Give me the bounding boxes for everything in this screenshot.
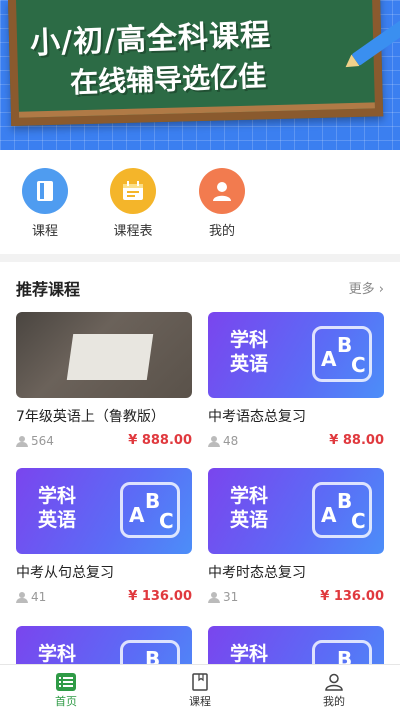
abc-icon: ABC	[312, 640, 372, 664]
user-icon	[199, 168, 245, 214]
course-icon	[190, 673, 210, 691]
people-icon	[208, 435, 220, 447]
abc-icon: ABC	[120, 482, 180, 538]
recommended-courses: 推荐课程 更多 › 7年级英语上（鲁教版） 564 ¥ 888.00 学科 英语 …	[0, 262, 400, 664]
abc-icon: ABC	[312, 482, 372, 538]
section-title: 推荐课程	[16, 280, 81, 299]
quick-nav-schedule[interactable]: 课程表	[98, 168, 168, 239]
course-card[interactable]: 学科英语 ABC	[208, 626, 384, 664]
home-icon	[56, 673, 76, 691]
quick-nav-courses[interactable]: 课程	[10, 168, 80, 239]
course-price: ¥ 888.00	[128, 433, 192, 448]
tab-label: 首页	[55, 695, 77, 708]
banner-subtitle: 在线辅导选亿佳	[69, 59, 267, 100]
course-thumbnail: 学科英语 ABC	[208, 626, 384, 664]
bottom-tab-bar: 首页 课程 我的	[0, 664, 400, 712]
profile-icon	[324, 673, 344, 691]
tab-home[interactable]: 首页	[36, 673, 96, 709]
quick-nav-mine[interactable]: 我的	[187, 168, 257, 239]
course-title: 中考时态总复习	[208, 565, 306, 581]
course-title: 7年级英语上（鲁教版）	[16, 409, 165, 425]
notebook-photo	[66, 334, 154, 380]
course-card[interactable]: 学科 英语 ABC 中考时态总复习 31 ¥ 136.00	[208, 468, 384, 606]
course-thumbnail	[16, 312, 192, 398]
student-count: 41	[16, 590, 46, 604]
course-card[interactable]: 7年级英语上（鲁教版） 564 ¥ 888.00	[16, 312, 192, 450]
tab-label: 课程	[189, 695, 211, 708]
course-price: ¥ 136.00	[128, 589, 192, 604]
course-price: ¥ 88.00	[329, 433, 384, 448]
course-title: 中考语态总复习	[208, 409, 306, 425]
tab-courses[interactable]: 课程	[170, 673, 230, 709]
people-icon	[16, 591, 28, 603]
schedule-icon	[110, 168, 156, 214]
course-thumbnail: 学科英语 ABC	[16, 468, 192, 554]
course-thumbnail: 学科英语 ABC	[16, 626, 192, 664]
course-thumbnail: 学科英语 ABC	[208, 468, 384, 554]
course-thumbnail: 学科英语 ABC	[208, 312, 384, 398]
course-title: 中考从句总复习	[16, 565, 114, 581]
course-card[interactable]: 学科 英语 ABC 中考从句总复习 41 ¥ 136.00	[16, 468, 192, 606]
student-count: 31	[208, 590, 238, 604]
people-icon	[208, 591, 220, 603]
banner-title: 小/初/高全科课程	[29, 17, 272, 62]
student-count: 564	[16, 434, 54, 448]
book-icon	[22, 168, 68, 214]
quick-nav-label: 课程表	[113, 224, 153, 239]
quick-nav-label: 我的	[208, 224, 235, 239]
quick-nav-label: 课程	[31, 224, 58, 239]
course-card[interactable]: 学科 英语 ABC 中考语态总复习 48 ¥ 88.00	[208, 312, 384, 450]
course-card[interactable]: 学科英语 ABC	[16, 626, 192, 664]
people-icon	[16, 435, 28, 447]
abc-icon: ABC	[120, 640, 180, 664]
promo-banner[interactable]: 小/初/高全科课程 在线辅导选亿佳	[0, 0, 400, 150]
student-count: 48	[208, 434, 238, 448]
more-label: 更多	[348, 282, 375, 297]
tab-label: 我的	[323, 695, 345, 708]
chevron-right-icon: ›	[378, 282, 384, 297]
quick-nav: 课程 课程表 我的	[0, 150, 400, 254]
more-link[interactable]: 更多 ›	[349, 278, 384, 297]
course-price: ¥ 136.00	[320, 589, 384, 604]
abc-icon: ABC	[312, 326, 372, 382]
tab-mine[interactable]: 我的	[304, 673, 364, 709]
